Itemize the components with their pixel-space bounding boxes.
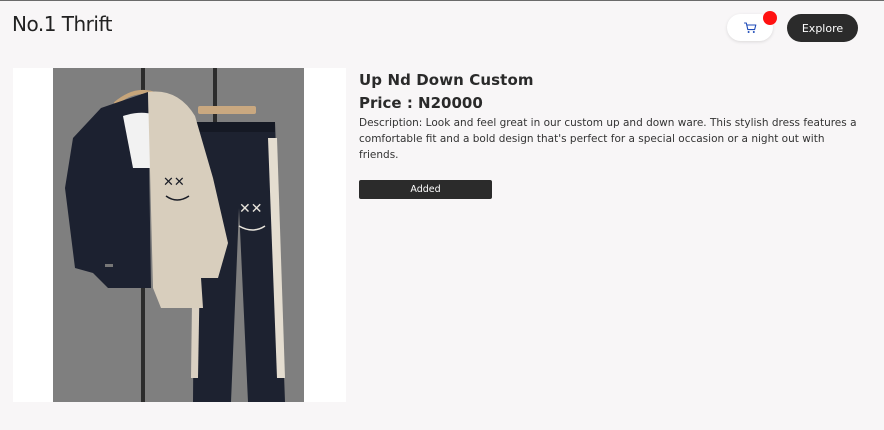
brand-logo[interactable]: No.1 Thrift (12, 12, 113, 36)
product-title: Up Nd Down Custom (359, 71, 534, 89)
product-image: ✕✕ ✕✕ (53, 68, 304, 402)
cart-icon (743, 21, 757, 34)
product-description: Description: Look and feel great in our … (359, 117, 857, 161)
product-image-panel: ✕✕ ✕✕ (13, 68, 346, 402)
svg-text:✕✕: ✕✕ (163, 175, 185, 190)
explore-button[interactable]: Explore (787, 14, 858, 42)
svg-text:✕✕: ✕✕ (239, 201, 262, 217)
added-to-cart-button[interactable]: Added (359, 180, 492, 199)
product-price: Price : N20000 (359, 94, 483, 112)
product-details: Up Nd Down Custom Price : N20000 Descrip… (359, 71, 864, 163)
cart-notification-badge (763, 11, 777, 25)
